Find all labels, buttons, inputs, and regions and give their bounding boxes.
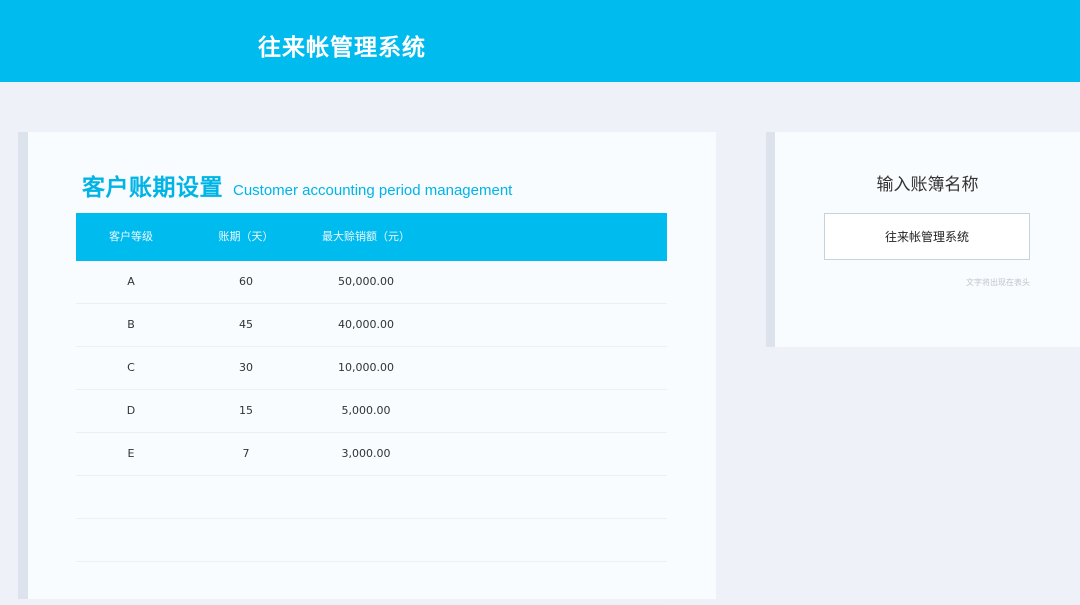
panel-accent-bar [18,132,28,599]
panel-title: 客户账期设置 Customer accounting period managem… [82,168,512,202]
column-header-period: 账期（天） [218,230,274,243]
ledger-name-input[interactable] [824,213,1030,260]
panel-title-en: Customer accounting period management [233,182,513,199]
ledger-name-hint: 文字将出现在表头 [966,278,1030,287]
app-header: 往来帐管理系统 [0,0,1080,82]
panel-accent-bar [766,132,775,347]
cell-period: 30 [239,361,253,374]
table-header: 客户等级 账期（天） 最大赊销额（元） [76,213,667,261]
cell-level [76,562,186,604]
column-header-credit: 最大赊销额（元） [322,230,410,243]
cell-period [186,562,306,604]
cell-level: E [127,447,135,460]
cell-credit: 10,000.00 [338,361,394,374]
table-row-empty[interactable] [76,519,667,562]
panel-title-zh: 客户账期设置 [82,175,223,201]
table-row[interactable]: E 7 3,000.00 [76,433,667,476]
cell-period: 7 [242,447,250,460]
period-table: 客户等级 账期（天） 最大赊销额（元） A 60 50,000.00 B 45 … [76,213,667,605]
table-row-empty[interactable] [76,476,667,519]
cell-period: 45 [239,318,253,331]
cell-credit: 3,000.00 [341,447,391,460]
app-title: 往来帐管理系统 [258,35,426,61]
cell-period: 15 [239,404,253,417]
cell-level: D [126,404,136,417]
cell-credit: 40,000.00 [338,318,394,331]
cell-level: C [127,361,135,374]
cell-credit [306,562,426,604]
cell-credit [306,519,426,561]
cell-level [76,476,186,518]
table-row[interactable]: A 60 50,000.00 [76,261,667,304]
cell-credit: 50,000.00 [338,275,394,288]
cell-credit [306,476,426,518]
cell-credit: 5,000.00 [341,404,391,417]
cell-level: A [127,275,135,288]
table-row[interactable]: B 45 40,000.00 [76,304,667,347]
cell-period [186,519,306,561]
ledger-name-label: 输入账簿名称 [876,175,979,195]
cell-level: B [127,318,135,331]
ledger-name-panel: 输入账簿名称 文字将出现在表头 [775,132,1080,347]
table-row[interactable]: C 30 10,000.00 [76,347,667,390]
table-row[interactable]: D 15 5,000.00 [76,390,667,433]
cell-period: 60 [239,275,253,288]
cell-level [76,519,186,561]
cell-period [186,476,306,518]
column-header-level: 客户等级 [109,230,153,243]
period-settings-panel: 客户账期设置 Customer accounting period managem… [28,132,716,605]
